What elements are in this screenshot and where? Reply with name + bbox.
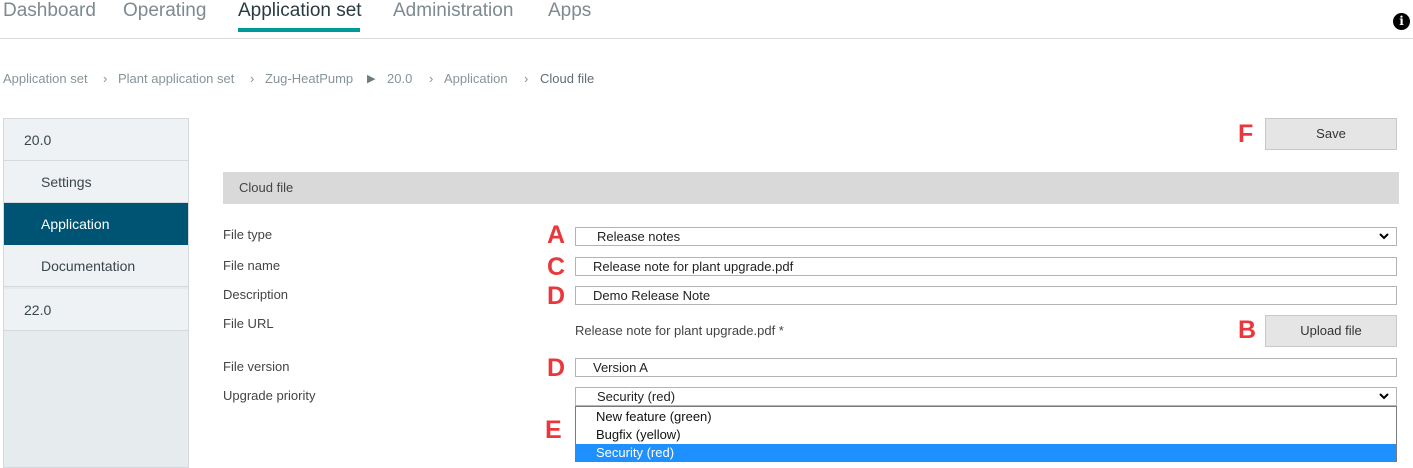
breadcrumb-separator: ›: [524, 71, 529, 86]
breadcrumb-application[interactable]: Application: [444, 71, 508, 86]
breadcrumb-separator: ▶: [367, 73, 376, 85]
dropdown-option-security[interactable]: Security (red): [576, 444, 1396, 462]
breadcrumb-separator: ›: [250, 71, 255, 86]
breadcrumb-plant-application-set[interactable]: Plant application set: [118, 71, 234, 86]
description-label: Description: [223, 287, 289, 302]
tab-administration[interactable]: Administration: [393, 0, 513, 22]
sidebar-item-documentation[interactable]: Documentation: [4, 245, 188, 287]
breadcrumb-separator: ›: [429, 71, 434, 86]
info-icon[interactable]: i: [1393, 13, 1410, 30]
sidebar-item-version-20[interactable]: 20.0: [4, 119, 188, 161]
annotation-marker-f: F: [1238, 120, 1254, 148]
file-url-value: Release note for plant upgrade.pdf *: [575, 323, 784, 338]
breadcrumb-version[interactable]: 20.0: [387, 71, 412, 86]
annotation-marker-a: A: [547, 221, 566, 249]
tab-dashboard[interactable]: Dashboard: [3, 0, 96, 22]
file-name-input[interactable]: Release note for plant upgrade.pdf: [575, 257, 1397, 276]
annotation-marker-d: D: [547, 282, 566, 310]
breadcrumb-separator: ›: [103, 71, 108, 86]
tab-application-set[interactable]: Application set: [238, 0, 362, 22]
sidebar: 20.0 Settings Application Documentation …: [3, 118, 189, 468]
file-name-label: File name: [223, 258, 281, 273]
upload-file-button[interactable]: Upload file: [1265, 315, 1397, 347]
breadcrumb-zug-heatpump[interactable]: Zug-HeatPump: [265, 71, 353, 86]
file-version-input[interactable]: Version A: [575, 358, 1397, 377]
upgrade-priority-select[interactable]: Security (red): [575, 387, 1397, 406]
sidebar-item-version-22[interactable]: 22.0: [4, 289, 188, 331]
top-nav: Dashboard Operating Application set Admi…: [0, 0, 1413, 39]
dropdown-option-new-feature[interactable]: New feature (green): [576, 408, 1396, 426]
file-url-label: File URL: [223, 316, 274, 331]
active-tab-indicator: [238, 28, 360, 32]
file-type-label: File type: [223, 227, 273, 242]
annotation-marker-d: D: [547, 354, 566, 382]
annotation-marker-b: B: [1238, 316, 1257, 344]
breadcrumb-cloud-file: Cloud file: [540, 71, 595, 86]
upgrade-priority-label: Upgrade priority: [223, 388, 316, 403]
description-input[interactable]: Demo Release Note: [575, 286, 1397, 305]
section-header-cloud-file: Cloud file: [223, 172, 1399, 204]
annotation-marker-c: C: [547, 253, 566, 281]
file-type-select[interactable]: Release notes: [575, 227, 1397, 246]
upgrade-priority-dropdown: New feature (green) Bugfix (yellow) Secu…: [575, 406, 1397, 462]
tab-apps[interactable]: Apps: [548, 0, 591, 22]
file-version-label: File version: [223, 359, 290, 374]
breadcrumb-application-set[interactable]: Application set: [3, 71, 88, 86]
annotation-marker-e: E: [545, 416, 562, 444]
tab-operating[interactable]: Operating: [123, 0, 206, 22]
sidebar-item-settings[interactable]: Settings: [4, 161, 188, 203]
save-button[interactable]: Save: [1265, 118, 1397, 150]
file-type-value: Release notes: [597, 229, 681, 244]
chevron-down-icon: [1378, 228, 1390, 250]
dropdown-option-bugfix[interactable]: Bugfix (yellow): [576, 426, 1396, 444]
sidebar-item-application[interactable]: Application: [4, 203, 188, 245]
upgrade-priority-value: Security (red): [597, 389, 676, 404]
